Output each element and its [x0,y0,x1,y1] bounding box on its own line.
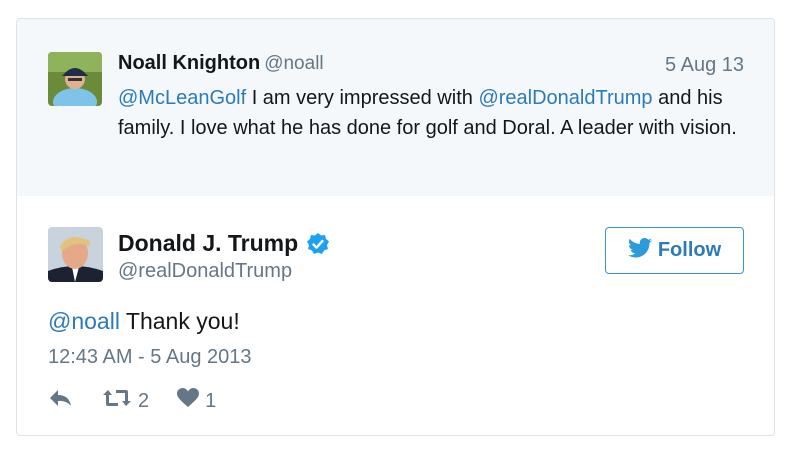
tweet-author-name[interactable]: Donald J. Trump [118,230,298,257]
tweet-text-body: Thank you! [119,308,240,334]
mention-link[interactable]: @noall [48,308,120,334]
parent-author[interactable]: Noall Knighton @noall [118,52,324,75]
parent-tweet-text: @McLeanGolf I am very impressed with @re… [118,83,758,143]
reply-icon [48,388,74,414]
parent-author-handle[interactable]: @noall [264,53,323,74]
retweet-icon [102,388,132,414]
like-count: 1 [205,389,217,412]
tweet-actions: 2 1 [48,388,244,414]
parent-text-segment: I am very impressed with [246,87,479,109]
mention-link[interactable]: @McLeanGolf [118,87,246,109]
tweet-author[interactable]: Donald J. Trump [118,230,330,257]
mention-link[interactable]: @realDonaldTrump [478,87,652,109]
parent-author-name[interactable]: Noall Knighton [118,52,260,74]
follow-label: Follow [657,239,722,261]
retweet-count: 2 [138,389,150,412]
reply-button[interactable] [48,388,74,414]
tweet-text: @noall Thank you! [48,308,240,335]
parent-date[interactable]: 5 Aug 13 [665,54,744,77]
tweet-author-handle[interactable]: @realDonaldTrump [118,260,292,283]
tweet-embed-card: Noall Knighton @noall 5 Aug 13 @McLeanGol… [16,18,775,436]
trump-avatar[interactable] [48,227,103,282]
noall-avatar[interactable] [48,52,102,106]
verified-badge-icon [306,232,330,256]
twitter-bird-icon [627,237,652,264]
follow-button[interactable]: Follow [605,227,744,274]
like-button[interactable]: 1 [177,388,216,414]
heart-icon [177,388,200,414]
retweet-button[interactable]: 2 [102,388,149,414]
tweet-timestamp[interactable]: 12:43 AM - 5 Aug 2013 [48,346,252,369]
parent-tweet[interactable]: Noall Knighton @noall 5 Aug 13 @McLeanGol… [17,19,774,196]
